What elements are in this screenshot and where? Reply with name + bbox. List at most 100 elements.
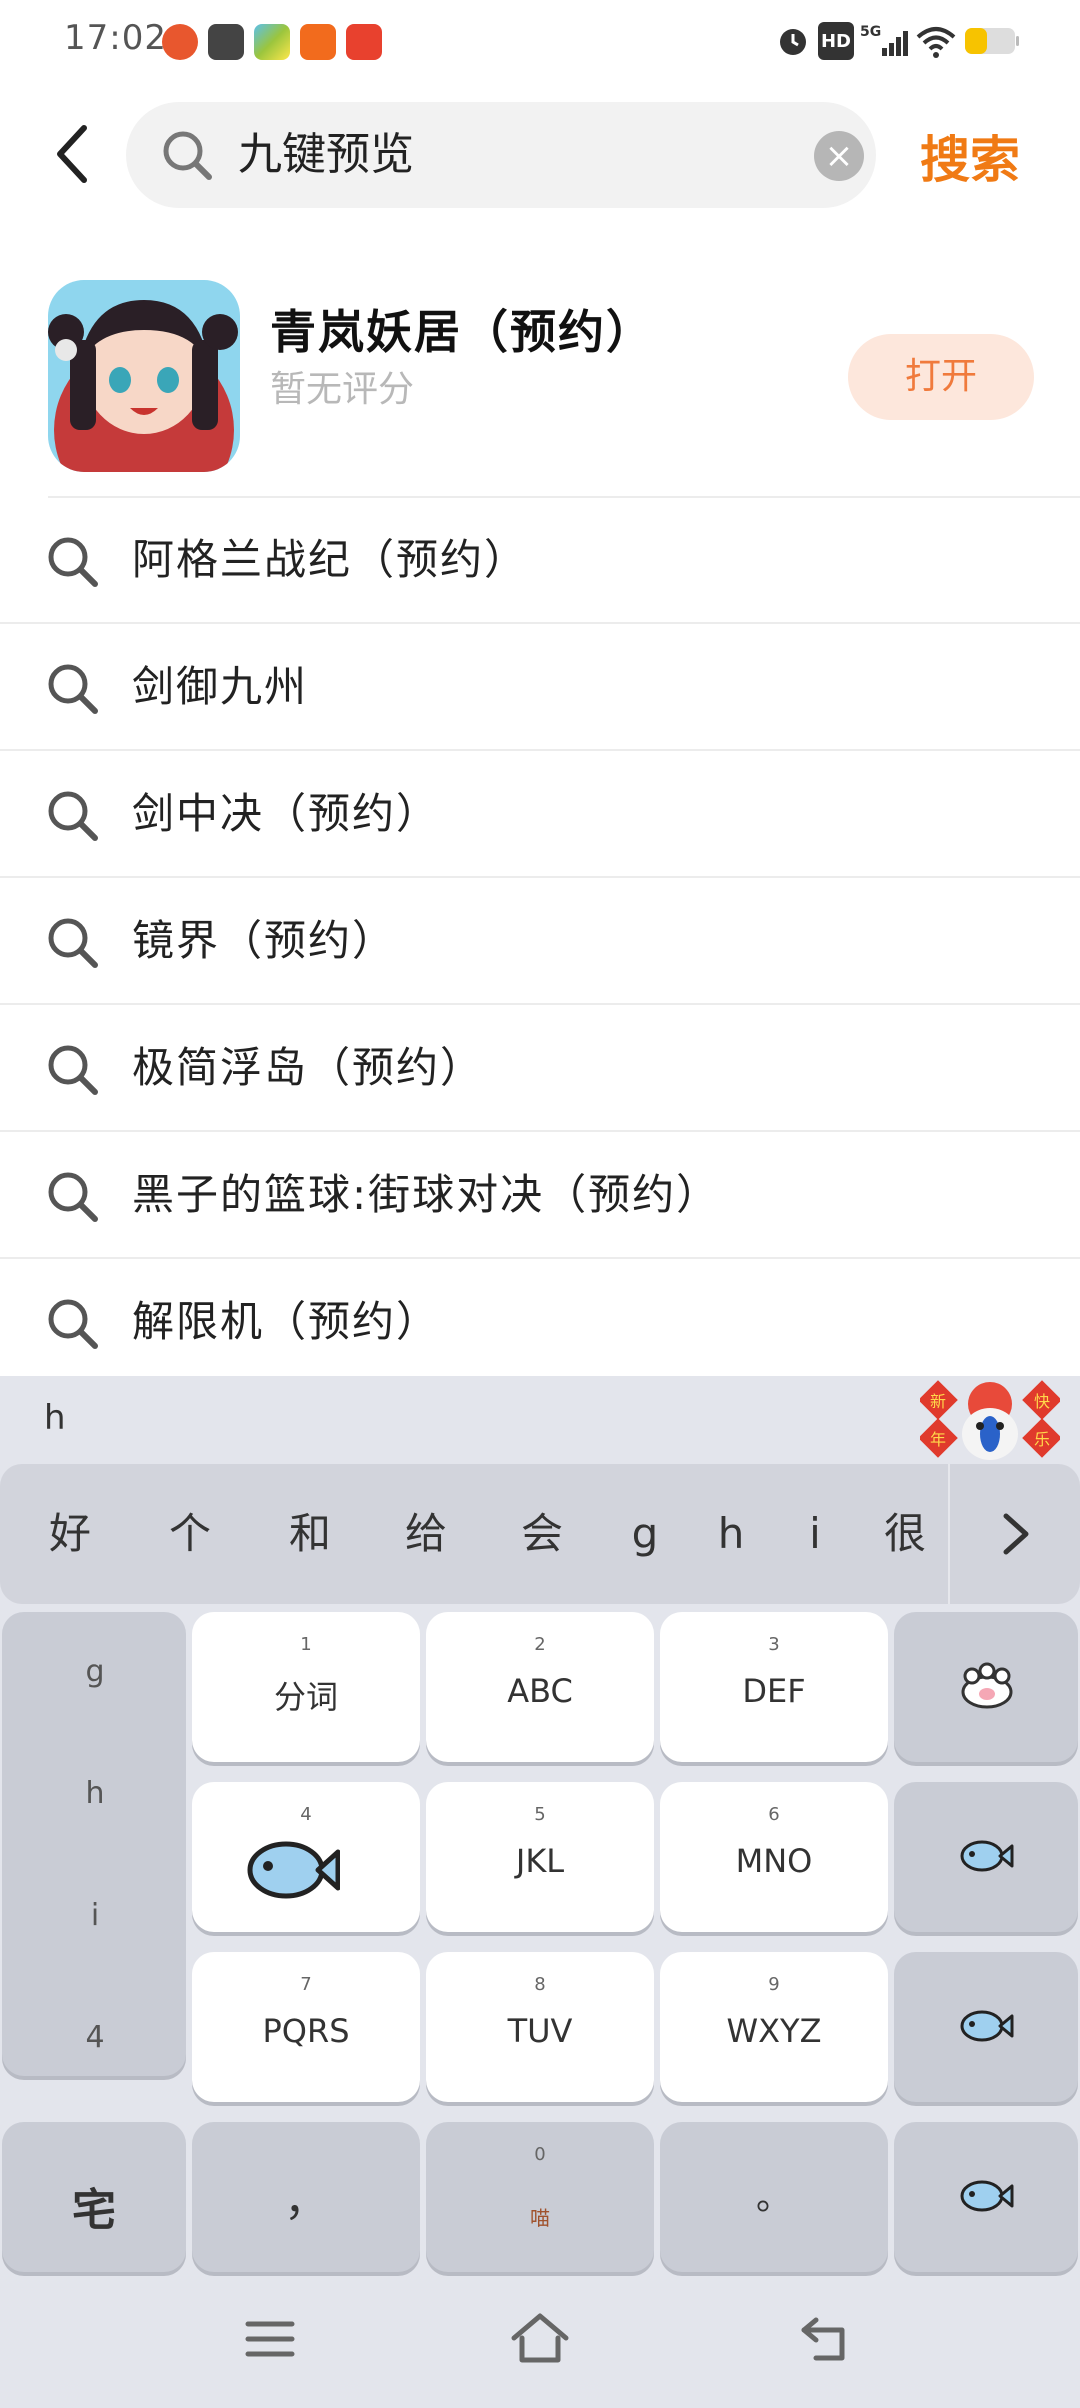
- enter-key[interactable]: [894, 2122, 1078, 2272]
- candidate-word[interactable]: i: [770, 1464, 860, 1604]
- key-3[interactable]: 3 DEF: [660, 1612, 888, 1762]
- search-icon: [48, 1172, 98, 1222]
- suggestion-item[interactable]: 剑中决（预约）: [0, 751, 1080, 878]
- key-number: 7: [300, 1974, 312, 1995]
- app-icon[interactable]: [48, 280, 240, 472]
- search-icon: [48, 791, 98, 841]
- alarm-icon: [774, 22, 812, 60]
- suggestion-item[interactable]: 解限机（预约）: [0, 1259, 1080, 1375]
- wifi-icon: [914, 22, 958, 60]
- suggestion-item[interactable]: 黑子的篮球:街球对决（预约）: [0, 1132, 1080, 1259]
- mascot-icon[interactable]: 新 年 快 乐: [918, 1376, 1062, 1466]
- menu-icon[interactable]: [240, 2314, 300, 2364]
- key-number: 3: [768, 1634, 780, 1655]
- search-bar[interactable]: 九键预览 ×: [126, 102, 876, 208]
- side-pinyin-option[interactable]: 4: [2, 2020, 188, 2055]
- search-icon: [160, 128, 214, 182]
- close-icon: ×: [824, 136, 854, 176]
- pinyin-side-column[interactable]: g h i 4: [2, 1612, 186, 2076]
- candidate-word[interactable]: 和: [260, 1464, 360, 1604]
- key-2[interactable]: 2 ABC: [426, 1612, 654, 1762]
- composing-text: h: [44, 1398, 66, 1438]
- candidate-word[interactable]: g: [600, 1464, 690, 1604]
- suggestion-text: 黑子的篮球:街球对决（预约）: [132, 1170, 721, 1219]
- battery-icon: [964, 22, 1020, 60]
- fish-icon: [960, 1840, 1014, 1872]
- key-7[interactable]: 7 PQRS: [192, 1952, 420, 2102]
- suggestion-item[interactable]: 镜界（预约）: [0, 878, 1080, 1005]
- suggestion-item[interactable]: 阿格兰战纪（预约）: [0, 497, 1080, 624]
- side-pinyin-option[interactable]: i: [2, 1898, 188, 1933]
- fish-icon: [960, 2180, 1014, 2212]
- delete-key[interactable]: [894, 1612, 1078, 1762]
- search-icon: [48, 1299, 98, 1349]
- key-number: 0: [534, 2144, 546, 2165]
- key-label: WXYZ: [726, 2012, 822, 2050]
- back-button[interactable]: [44, 118, 104, 190]
- search-input[interactable]: 九键预览: [238, 102, 414, 208]
- key-number: 8: [534, 1974, 546, 1995]
- key-number: 5: [534, 1804, 546, 1825]
- suggestion-item[interactable]: 剑御九州: [0, 624, 1080, 751]
- clear-search-button[interactable]: ×: [814, 131, 864, 181]
- open-app-button[interactable]: 打开: [848, 334, 1034, 420]
- key-label: 宅: [72, 2185, 116, 2236]
- search-icon: [48, 664, 98, 714]
- mascot-char: 快: [1034, 1392, 1050, 1411]
- key-9[interactable]: 9 WXYZ: [660, 1952, 888, 2102]
- chevron-right-icon: [1003, 1513, 1029, 1555]
- suggestion-text: 阿格兰战纪（预约）: [132, 535, 529, 584]
- search-submit-button[interactable]: 搜索: [920, 120, 1020, 192]
- key-label: PQRS: [262, 2012, 350, 2050]
- app-name: 青岚妖居（预约）: [270, 305, 654, 359]
- back-nav-icon[interactable]: [796, 2312, 856, 2366]
- key-label: ABC: [507, 1672, 573, 1710]
- key-8[interactable]: 8 TUV: [426, 1952, 654, 2102]
- home-icon[interactable]: [508, 2308, 572, 2368]
- function-key[interactable]: [894, 1952, 1078, 2102]
- period-key[interactable]: 。: [660, 2122, 888, 2272]
- side-pinyin-option[interactable]: h: [2, 1776, 188, 1811]
- key-label: ，: [284, 2175, 328, 2226]
- keyboard: h 新 年 快 乐 好 个 和 给 会 g h i 很 g h i 4 1 分词…: [0, 1376, 1080, 2408]
- space-key[interactable]: 0 喵: [426, 2122, 654, 2272]
- key-number: 2: [534, 1634, 546, 1655]
- key-label: DEF: [742, 1672, 806, 1710]
- candidate-bar: 好 个 和 给 会 g h i 很: [0, 1464, 1080, 1604]
- key-label: JKL: [515, 1842, 565, 1880]
- suggestion-text: 极简浮岛（预约）: [132, 1043, 485, 1092]
- featured-app-card[interactable]: 青岚妖居（预约） 暂无评分 打开: [0, 250, 1080, 498]
- suggestion-item[interactable]: 极简浮岛（预约）: [0, 1005, 1080, 1132]
- app-notification-icon: [346, 24, 382, 60]
- candidate-word[interactable]: 好: [20, 1464, 120, 1604]
- key-1[interactable]: 1 分词: [192, 1612, 420, 1762]
- candidate-word[interactable]: 很: [860, 1464, 950, 1604]
- key-5[interactable]: 5 JKL: [426, 1782, 654, 1932]
- candidate-word[interactable]: 个: [140, 1464, 240, 1604]
- key-4[interactable]: 4: [192, 1782, 420, 1932]
- app-notification-icon: [208, 24, 244, 60]
- key-label: TUV: [507, 2012, 573, 2050]
- candidate-word[interactable]: 给: [376, 1464, 476, 1604]
- side-pinyin-option[interactable]: g: [2, 1654, 188, 1689]
- comma-key[interactable]: ，: [192, 2122, 420, 2272]
- mode-switch-key[interactable]: 宅: [2, 2122, 186, 2272]
- mascot-char: 新: [930, 1392, 946, 1411]
- candidate-word[interactable]: h: [686, 1464, 776, 1604]
- expand-candidates-button[interactable]: [948, 1464, 1080, 1604]
- key-label: 分词: [273, 1678, 338, 1716]
- hd-icon: HD: [818, 22, 854, 60]
- suggestion-text: 镜界（预约）: [132, 916, 397, 965]
- key-number: 6: [768, 1804, 780, 1825]
- key-number: 1: [300, 1634, 312, 1655]
- search-icon: [48, 537, 98, 587]
- key-number: 9: [768, 1974, 780, 1995]
- suggestion-text: 解限机（预约）: [132, 1297, 441, 1346]
- function-key[interactable]: [894, 1782, 1078, 1932]
- app-notification-icon: [300, 24, 336, 60]
- candidate-word[interactable]: 会: [492, 1464, 592, 1604]
- chevron-left-icon: [57, 125, 87, 183]
- search-icon: [48, 1045, 98, 1095]
- key-6[interactable]: 6 MNO: [660, 1782, 888, 1932]
- status-time: 17:02: [64, 18, 167, 58]
